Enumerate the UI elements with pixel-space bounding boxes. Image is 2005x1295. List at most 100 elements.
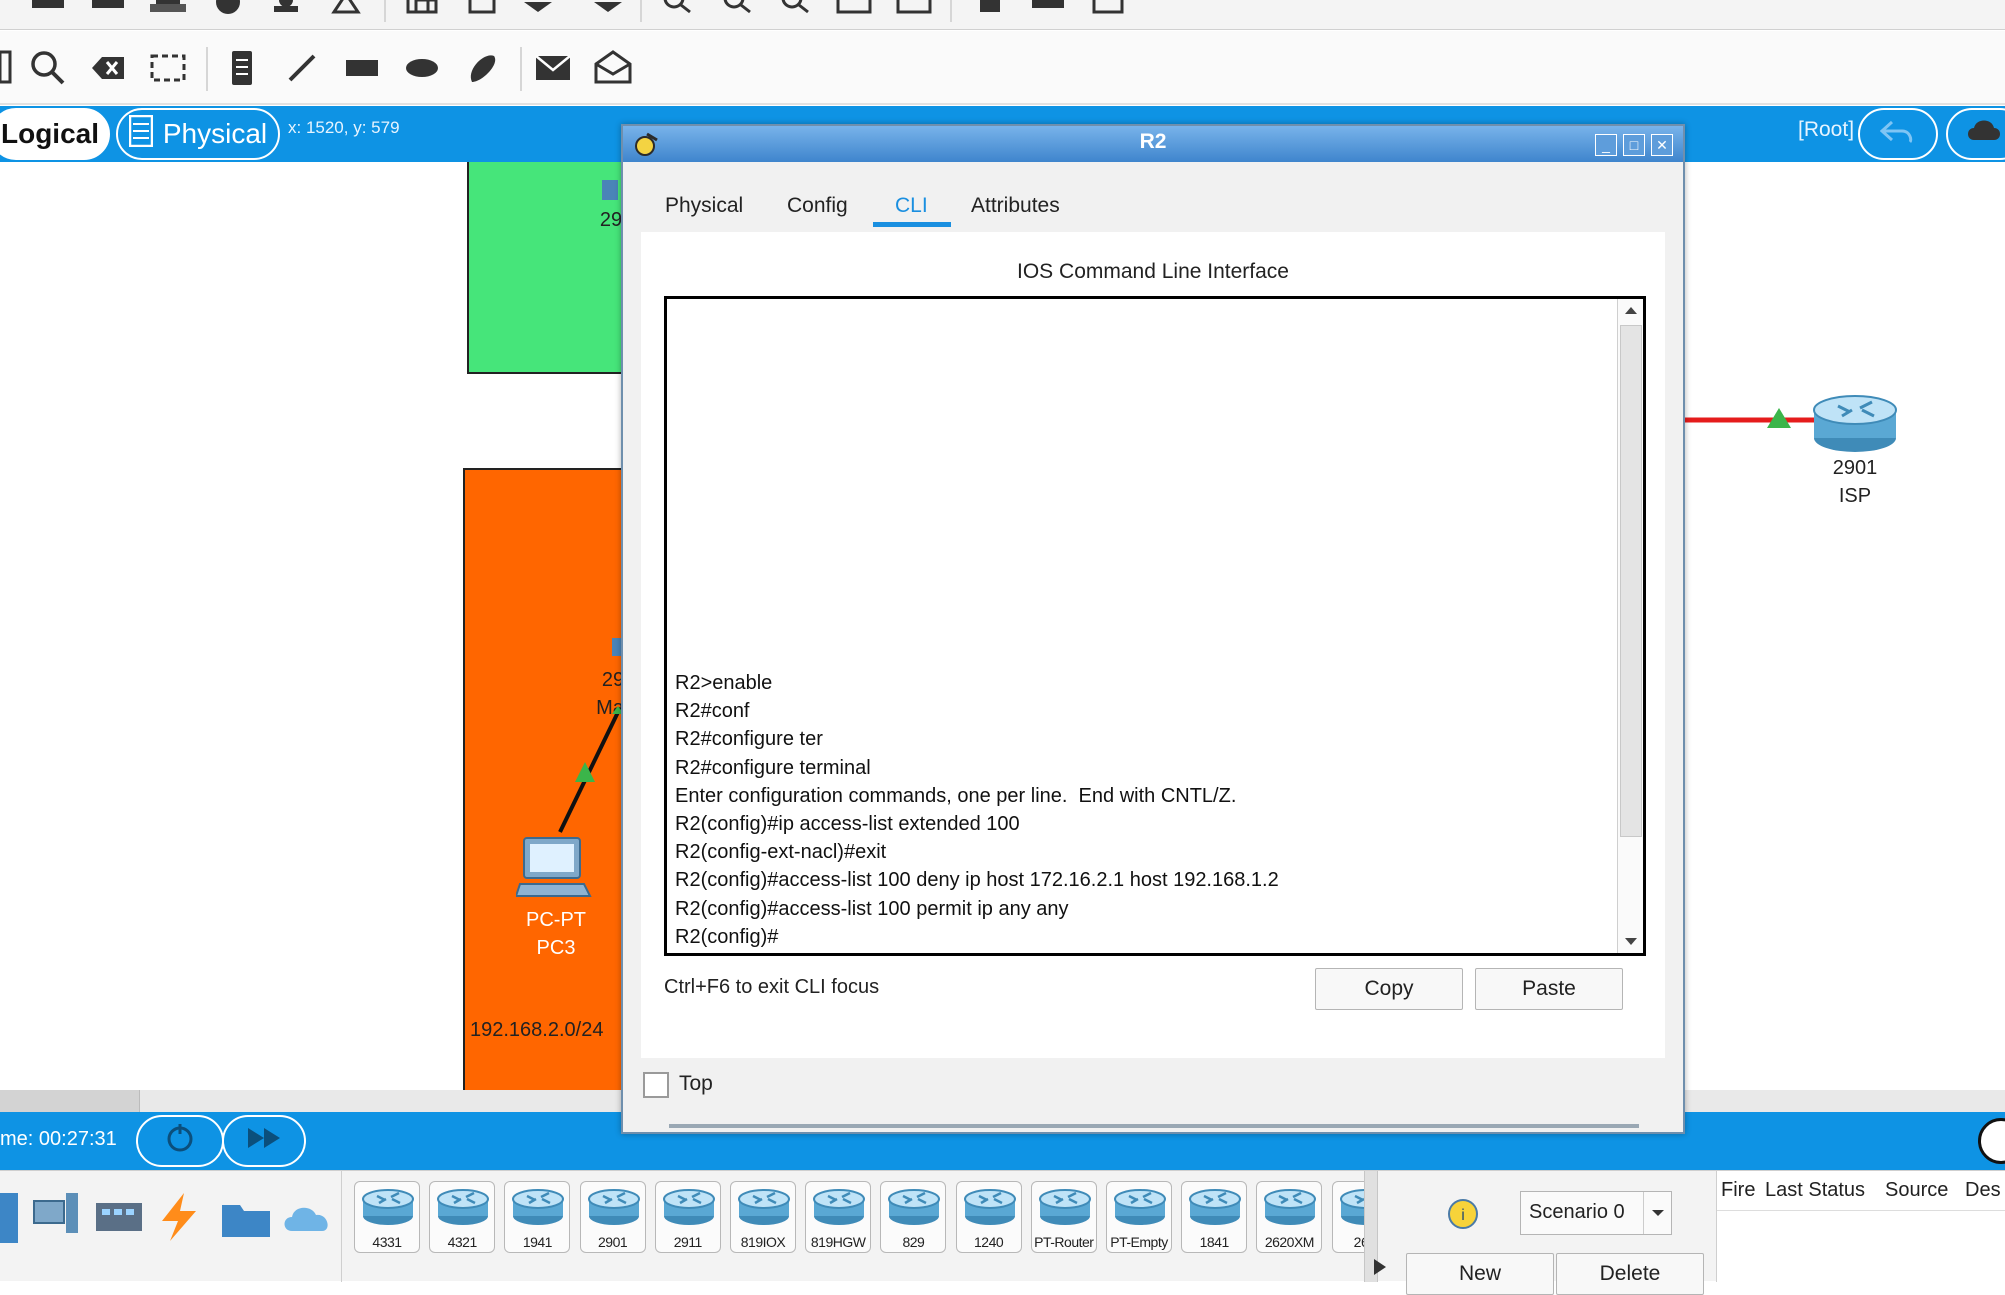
device-tile[interactable]: 2620XM [1256, 1181, 1323, 1253]
physical-tab[interactable]: Physical [116, 108, 280, 160]
components-category-icon[interactable] [94, 1193, 144, 1243]
cloud-settings-button[interactable] [1946, 108, 2005, 160]
back-arrow-icon [1879, 118, 1916, 151]
ellipse-icon[interactable] [402, 48, 442, 88]
active-tab-indicator [873, 222, 951, 227]
inspect-icon[interactable] [28, 48, 68, 88]
zoom-out-icon[interactable] [776, 0, 816, 28]
fast-forward-button[interactable] [222, 1115, 306, 1167]
open-file-icon[interactable] [88, 0, 128, 28]
realtime-mode-button[interactable] [1978, 1118, 2005, 1164]
new-file-icon[interactable] [28, 0, 68, 28]
network-info-icon[interactable] [326, 0, 366, 28]
cli-terminal[interactable]: R2>enable R2#conf R2#configure ter R2#confi… [664, 296, 1646, 956]
simulation-icon[interactable] [1028, 0, 1068, 28]
select-icon[interactable] [0, 48, 26, 88]
custom-device-icon[interactable] [894, 0, 934, 28]
logical-tab[interactable]: Logical [0, 108, 110, 160]
pdu-column-header[interactable]: Des [1965, 1179, 2001, 1202]
scroll-up-icon[interactable] [1618, 299, 1644, 323]
freeform-icon[interactable] [462, 48, 502, 88]
terminal-scroll-thumb[interactable] [1620, 325, 1642, 837]
paste-button[interactable]: Paste [1475, 968, 1623, 1010]
copy-button[interactable]: Copy [1315, 968, 1463, 1010]
device-tile-label: 1841 [1199, 1234, 1230, 1250]
power-cycle-button[interactable] [136, 1115, 224, 1167]
resize-icon[interactable] [148, 48, 188, 88]
device-categories [0, 1171, 342, 1282]
rectangle-icon[interactable] [342, 48, 382, 88]
undo-icon[interactable] [518, 0, 558, 28]
device-tile[interactable]: 1941 [504, 1181, 571, 1253]
copy-icon[interactable] [402, 0, 442, 28]
router-icon [437, 1189, 490, 1225]
pdu-column-header[interactable]: Source [1885, 1179, 1948, 1202]
delete-scenario-button[interactable]: Delete [1556, 1253, 1704, 1295]
pdu-column-header[interactable]: Fire [1721, 1179, 1755, 1202]
expand-arrow-icon[interactable] [1370, 1253, 1390, 1283]
add-complex-pdu-icon[interactable] [594, 48, 634, 88]
user-icon[interactable] [266, 0, 306, 28]
device-tile[interactable]: 829 [880, 1181, 947, 1253]
router-icon [1189, 1189, 1242, 1225]
tab-config[interactable]: Config [787, 194, 848, 218]
router-icon [738, 1189, 790, 1225]
pdu-info-icon[interactable]: i [1446, 1197, 1480, 1231]
device-tile[interactable]: PT-Empty [1106, 1181, 1172, 1253]
network-devices-category-icon[interactable] [0, 1193, 18, 1243]
router-icon[interactable] [1812, 392, 1898, 454]
device-tile[interactable]: 819HGW [805, 1181, 872, 1253]
terminal-scrollbar[interactable] [1617, 299, 1643, 953]
info-icon[interactable] [208, 0, 248, 28]
redo-icon[interactable] [588, 0, 628, 28]
tab-attributes[interactable]: Attributes [971, 194, 1060, 218]
pdu-column-header[interactable]: Last Status [1765, 1179, 1865, 1202]
zoom-reset-icon[interactable] [718, 0, 758, 28]
device-tile[interactable]: 2901 [579, 1181, 646, 1253]
device-tile[interactable]: 4331 [354, 1181, 420, 1253]
scroll-down-icon[interactable] [1618, 929, 1644, 953]
device-tile[interactable]: PT-Router [1030, 1181, 1097, 1253]
new-scenario-button[interactable]: New [1406, 1253, 1554, 1295]
top-checkbox[interactable] [643, 1072, 669, 1098]
pc-type-label: PC-PT [526, 909, 586, 931]
scrollbar-thumb[interactable] [0, 1090, 140, 1112]
multiuser-category-icon[interactable] [282, 1193, 338, 1243]
tab-cli[interactable]: CLI [895, 194, 928, 218]
tab-physical[interactable]: Physical [665, 194, 743, 218]
root-breadcrumb[interactable]: [Root] [1798, 118, 1854, 142]
device-tile[interactable]: 1240 [955, 1181, 1022, 1253]
terminal-line: Enter configuration commands, one per li… [675, 784, 1237, 807]
device-tile[interactable]: 2911 [654, 1181, 721, 1253]
zoom-in-icon[interactable] [658, 0, 698, 28]
terminal-line: R2#configure ter [675, 728, 823, 751]
back-button[interactable] [1858, 108, 1938, 160]
add-simple-pdu-icon[interactable] [534, 48, 574, 88]
delete-icon[interactable] [88, 48, 128, 88]
device-tile-label: PT-Router [1034, 1234, 1094, 1250]
device-tile[interactable]: 262 [1331, 1181, 1364, 1253]
pc-name-label: PC3 [536, 937, 576, 959]
cluster-icon[interactable] [970, 0, 1010, 28]
device-tile[interactable]: 4321 [429, 1181, 496, 1253]
device-tile[interactable]: 1841 [1181, 1181, 1248, 1253]
svg-text:i: i [1461, 1207, 1465, 1224]
tablet-icon[interactable] [1088, 0, 1128, 28]
print-icon[interactable] [148, 0, 188, 28]
scenario-select-value: Scenario 0 [1529, 1201, 1625, 1223]
miscellaneous-category-icon[interactable] [220, 1193, 272, 1243]
device-tile[interactable]: 819IOX [730, 1181, 796, 1253]
switch-device-partial[interactable] [602, 180, 618, 200]
terminal-line: R2(config)#ip access-list extended 100 [675, 812, 1020, 835]
pc-icon[interactable] [514, 834, 592, 904]
rack-icon [128, 114, 154, 154]
device-tile-label: 2901 [598, 1234, 628, 1250]
device-config-window[interactable]: R2 _ □ ✕ Physical Config CLI Attributes … [621, 124, 1685, 1134]
paste-icon[interactable] [462, 0, 502, 28]
draw-line-icon[interactable] [282, 48, 322, 88]
note-icon[interactable] [222, 48, 262, 88]
scenario-select[interactable]: Scenario 0 [1520, 1191, 1672, 1235]
end-devices-category-icon[interactable] [30, 1191, 82, 1243]
connections-category-icon[interactable] [154, 1191, 204, 1243]
palette-icon[interactable] [834, 0, 874, 28]
